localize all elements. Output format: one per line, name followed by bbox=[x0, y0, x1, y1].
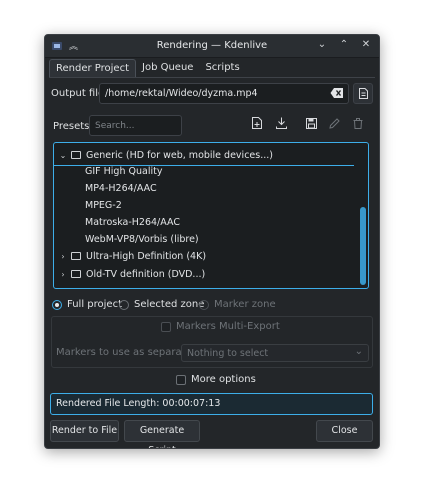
separator-label: Markers to use as separator: bbox=[56, 347, 199, 358]
window-controls: ⌄ ⌃ ✕ bbox=[315, 38, 373, 52]
selected-zone-radio[interactable] bbox=[119, 300, 129, 310]
full-project-label: Full project bbox=[67, 299, 122, 310]
chevron-right-icon[interactable]: › bbox=[58, 267, 68, 283]
chevron-down-icon: ⌄ bbox=[354, 346, 363, 357]
tree-group-old-tv[interactable]: › Old-TV definition (DVD...) bbox=[58, 267, 205, 283]
tree-group-uhd[interactable]: › Ultra-High Definition (4K) bbox=[58, 249, 206, 265]
tab-scripts[interactable]: Scripts bbox=[199, 59, 245, 76]
presets-label: Presets bbox=[53, 121, 90, 132]
separator-value: Nothing to select bbox=[187, 348, 269, 359]
preset-item[interactable]: MPEG-2 bbox=[85, 198, 122, 214]
tab-divider bbox=[49, 77, 375, 78]
preset-tree[interactable]: ⌄ Generic (HD for web, mobile devices...)… bbox=[53, 142, 369, 289]
markers-multi-export-label: Markers Multi-Export bbox=[176, 321, 280, 332]
tree-scrollbar-thumb[interactable] bbox=[360, 207, 366, 285]
tree-group-label: Old-TV definition (DVD...) bbox=[86, 269, 206, 280]
folder-icon bbox=[71, 151, 81, 159]
maximize-button[interactable]: ⌃ bbox=[337, 38, 351, 52]
tab-render-project[interactable]: Render Project bbox=[49, 59, 136, 77]
minimize-button[interactable]: ⌄ bbox=[315, 38, 329, 52]
chevron-down-icon[interactable]: ⌄ bbox=[58, 148, 68, 164]
folder-icon bbox=[71, 270, 81, 278]
preset-item[interactable]: Matroska-H264/AAC bbox=[85, 215, 180, 231]
document-icon bbox=[358, 88, 368, 99]
download-icon[interactable] bbox=[272, 117, 290, 135]
markers-group: Markers Multi-Export Markers to use as s… bbox=[51, 316, 373, 368]
output-file-field[interactable]: /home/rektal/Wideo/dyzma.mp4 bbox=[99, 83, 349, 104]
delete-icon bbox=[349, 117, 367, 135]
selected-zone-label: Selected zone bbox=[134, 299, 205, 310]
chevron-right-icon[interactable]: › bbox=[58, 249, 68, 265]
tab-bar: Render Project Job Queue Scripts bbox=[49, 59, 246, 77]
full-project-radio[interactable] bbox=[52, 300, 62, 310]
preset-search-placeholder: Search... bbox=[95, 121, 135, 131]
marker-zone-label: Marker zone bbox=[214, 299, 276, 310]
output-file-label: Output file bbox=[51, 88, 105, 99]
tab-job-queue[interactable]: Job Queue bbox=[136, 59, 199, 76]
tree-group-label: Ultra-High Definition (4K) bbox=[86, 251, 207, 262]
close-button[interactable]: Close bbox=[316, 420, 373, 442]
tree-group-label: Generic (HD for web, mobile devices...) bbox=[86, 150, 273, 161]
generate-script-button[interactable]: Generate Script bbox=[124, 420, 200, 448]
preset-search-field[interactable]: Search... bbox=[89, 115, 182, 136]
close-window-button[interactable]: ✕ bbox=[359, 38, 373, 52]
preset-item[interactable]: MP4-H264/AAC bbox=[85, 181, 157, 197]
markers-multi-export-checkbox bbox=[161, 322, 171, 332]
folder-icon bbox=[71, 252, 81, 260]
output-file-value: /home/rektal/Wideo/dyzma.mp4 bbox=[105, 88, 258, 99]
more-options-label: More options bbox=[191, 374, 256, 385]
tree-group-generic[interactable]: ⌄ Generic (HD for web, mobile devices...) bbox=[58, 148, 273, 164]
more-options-checkbox[interactable] bbox=[176, 375, 186, 385]
marker-zone-radio bbox=[199, 300, 209, 310]
preset-item[interactable]: GIF High Quality bbox=[85, 164, 162, 180]
separator-combo: Nothing to select ⌄ bbox=[181, 344, 369, 362]
preset-item[interactable]: WebM-VP8/Vorbis (libre) bbox=[85, 232, 199, 248]
save-preset-icon[interactable] bbox=[302, 117, 320, 135]
edit-icon bbox=[325, 117, 343, 135]
rendered-length-status: Rendered File Length: 00:00:07:13 bbox=[50, 393, 373, 415]
render-to-file-button[interactable]: Render to File bbox=[50, 420, 119, 442]
title-bar: ︽ Rendering — Kdenlive ⌄ ⌃ ✕ bbox=[45, 35, 379, 58]
clear-icon[interactable] bbox=[330, 87, 344, 99]
new-preset-icon[interactable] bbox=[248, 117, 266, 135]
render-dialog: ︽ Rendering — Kdenlive ⌄ ⌃ ✕ Render Proj… bbox=[44, 34, 380, 449]
open-folder-button[interactable] bbox=[353, 83, 373, 104]
